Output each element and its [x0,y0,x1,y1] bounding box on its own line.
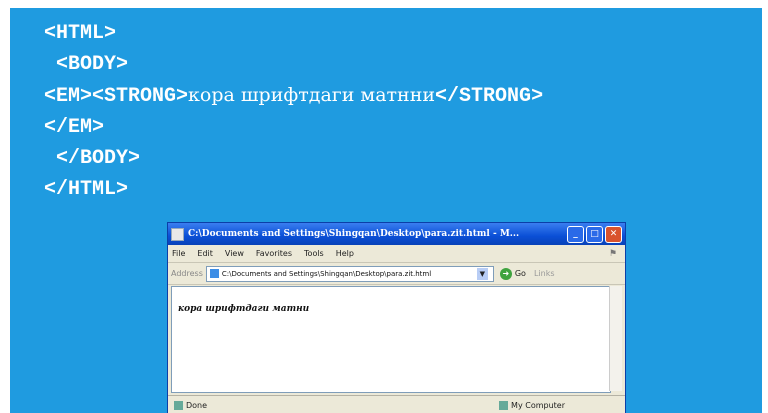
status-zone: My Computer [499,400,565,410]
code-line-em-close: </EM> [44,116,105,139]
minimize-button[interactable]: _ [567,225,584,243]
rendered-bold-italic-text: кора шрифтдаги матни [178,304,310,314]
address-box: ▼ [205,265,494,282]
browser-titlebar[interactable]: C:\Documents and Settings\Shingqan\Deskt… [168,223,625,245]
browser-content-area: кора шрифтдаги матни [171,286,611,393]
code-line-em-strong: <EM><STRONG>кора шрифтдаги матнни</STRON… [44,80,543,112]
code-line-html-open: <HTML> [44,22,117,45]
status-zone-text: My Computer [511,400,565,410]
menu-item-view[interactable]: View [225,249,244,258]
menu-item-edit[interactable]: Edit [197,249,213,258]
browser-menubar: File Edit View Favorites Tools Help ⚑ [168,245,625,263]
code-line-body-close: </BODY> [44,147,141,170]
page-icon [209,269,219,278]
slide-background: <HTML> <BODY> <EM><STRONG>кора шрифтдаги… [10,8,762,413]
windows-flag-icon: ⚑ [608,248,617,259]
links-label[interactable]: Links [534,269,555,278]
code-line-em-strong-prefix: <EM><STRONG> [44,85,189,108]
go-button[interactable]: ➜ Go [499,267,526,280]
browser-statusbar: Done My Computer [168,395,625,413]
browser-title: C:\Documents and Settings\Shingqan\Deskt… [188,229,520,239]
browser-app-icon [171,227,184,241]
status-done: Done [174,400,208,410]
address-input[interactable] [221,269,477,278]
close-button[interactable]: ✕ [605,225,622,243]
menu-item-tools[interactable]: Tools [304,249,324,258]
menu-item-help[interactable]: Help [336,249,354,258]
go-label: Go [514,269,526,278]
page-done-icon [174,400,183,410]
code-line-body-open: <BODY> [44,53,129,76]
menu-item-favorites[interactable]: Favorites [256,249,292,258]
computer-icon [499,400,509,410]
code-line-em-strong-suffix: </STRONG> [435,85,544,108]
menu-item-file[interactable]: File [172,249,185,258]
address-label: Address [171,269,203,278]
code-line-cyrillic-text: кора шрифтдаги матнни [188,84,436,106]
code-line-html-close: </HTML> [44,178,129,201]
go-arrow-icon: ➜ [499,267,512,280]
browser-window: C:\Documents and Settings\Shingqan\Deskt… [167,222,626,413]
maximize-button[interactable]: □ [586,225,603,243]
vertical-scrollbar[interactable] [609,286,622,391]
chevron-down-icon[interactable]: ▼ [476,267,488,280]
html-code-block: <HTML> <BODY> <EM><STRONG>кора шрифтдаги… [44,18,543,205]
status-done-text: Done [186,400,208,410]
browser-address-bar: Address ▼ ➜ Go Links [168,263,625,285]
